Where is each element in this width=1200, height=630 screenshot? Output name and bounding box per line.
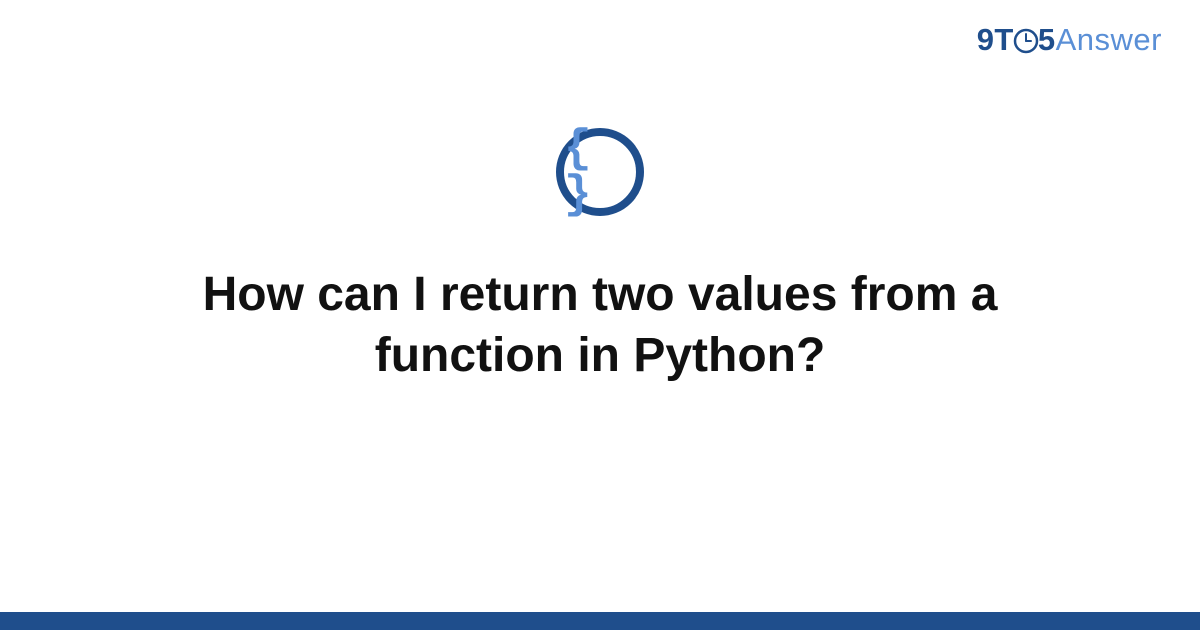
logo-text-5: 5 xyxy=(1038,22,1056,57)
category-icon-circle: { } xyxy=(556,128,644,216)
code-braces-icon: { } xyxy=(564,126,636,218)
main-content: { } How can I return two values from a f… xyxy=(0,128,1200,387)
question-title: How can I return two values from a funct… xyxy=(110,264,1090,387)
logo-text-answer: Answer xyxy=(1056,22,1162,57)
footer-bar xyxy=(0,612,1200,630)
site-logo: 9T 5Answer xyxy=(977,22,1162,62)
logo-text-9t: 9T xyxy=(977,22,1014,57)
clock-icon xyxy=(1013,26,1039,62)
